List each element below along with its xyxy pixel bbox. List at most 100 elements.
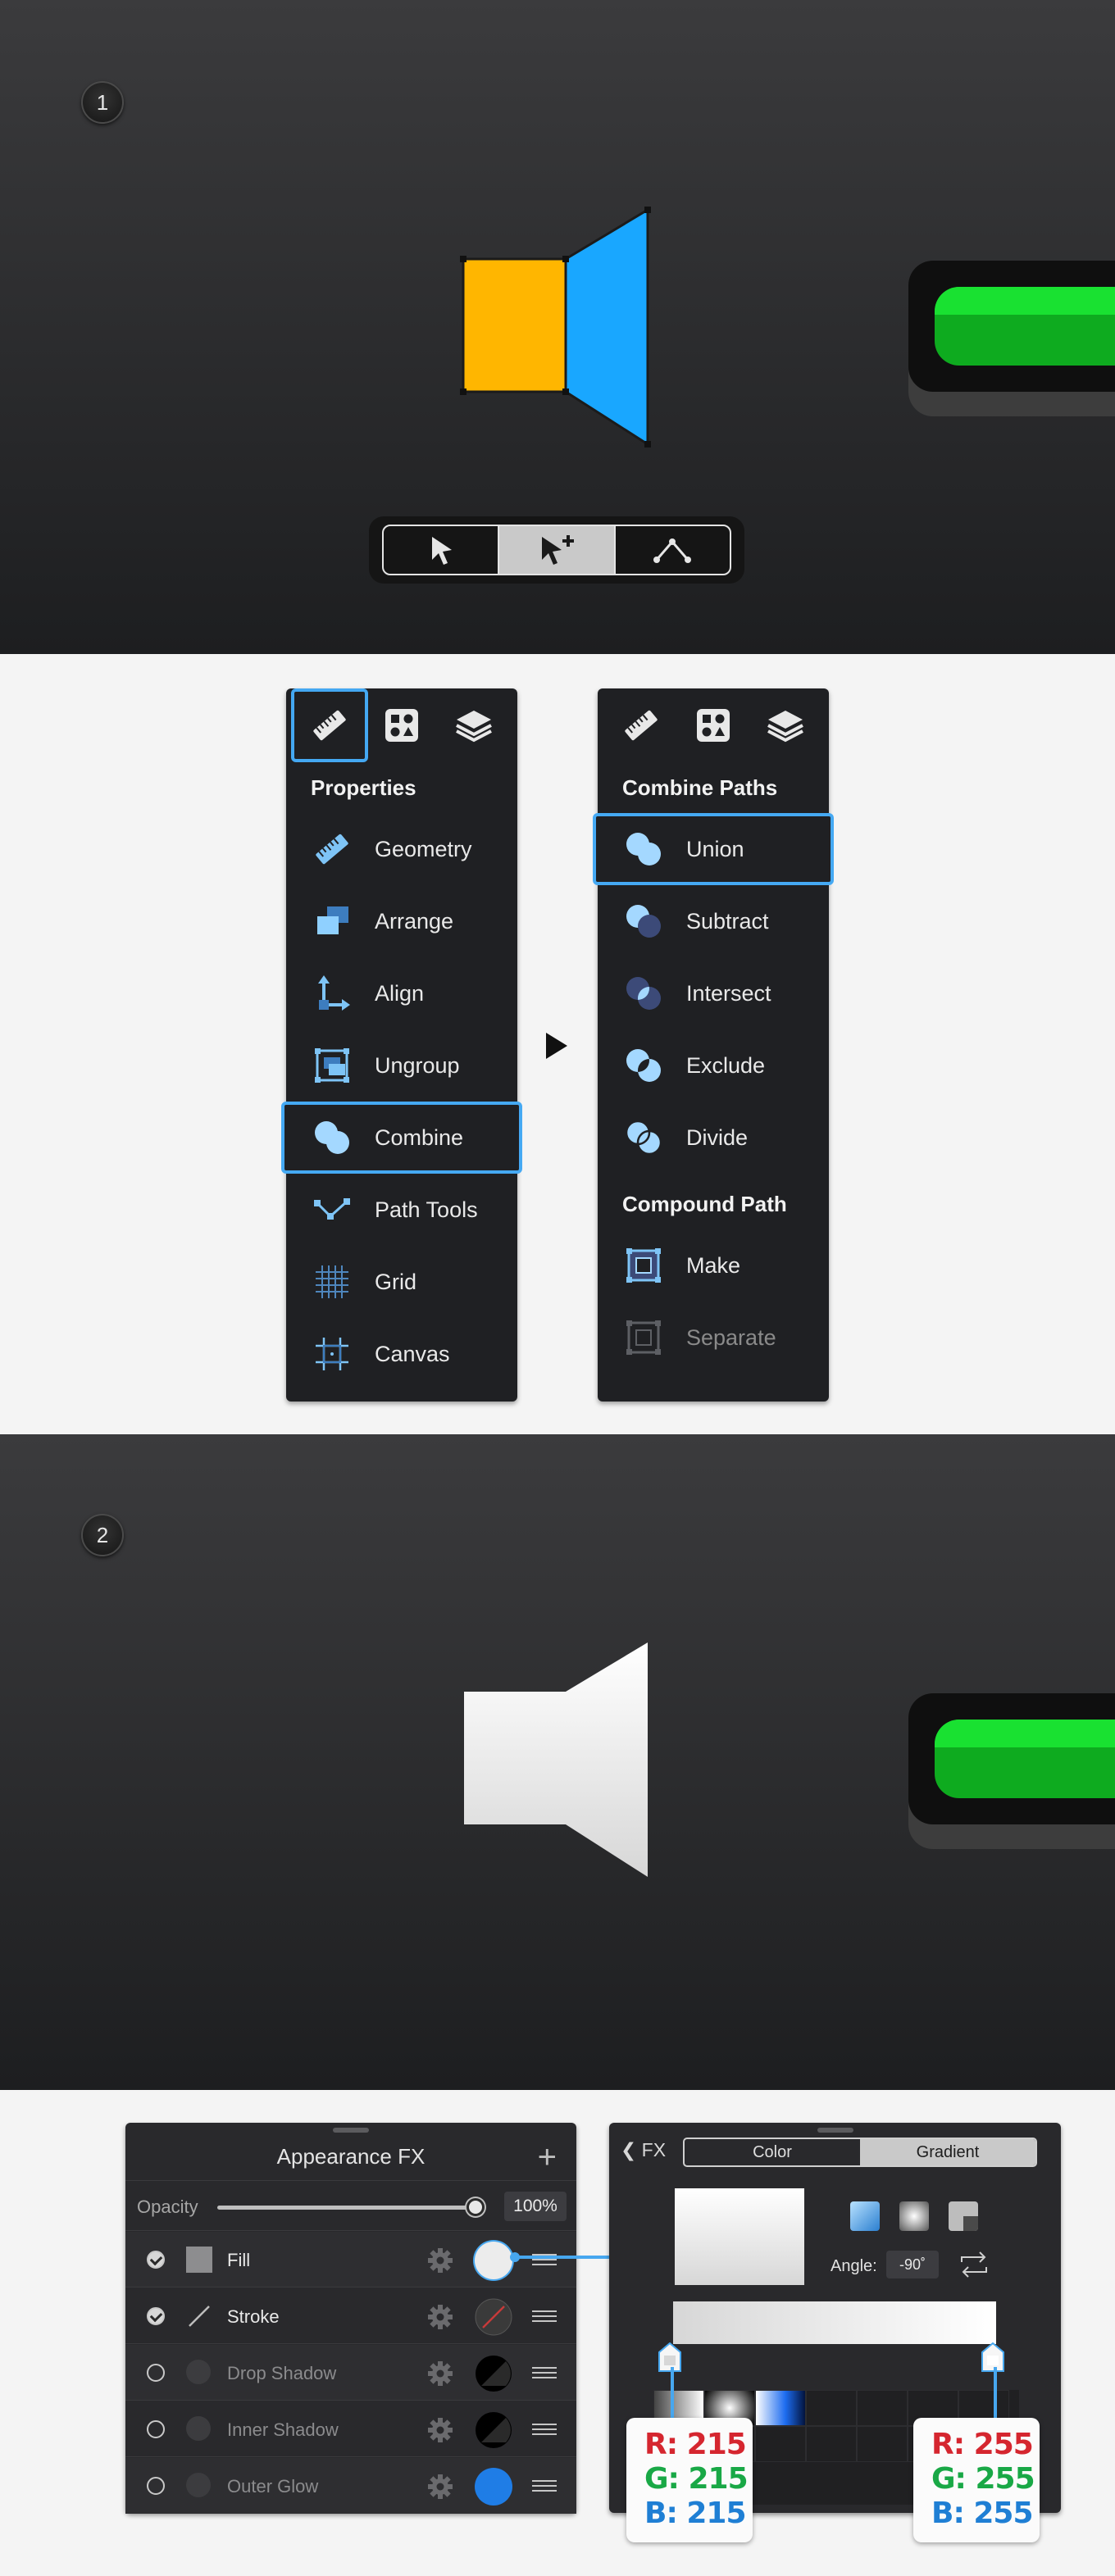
properties-title: Properties [311, 775, 416, 800]
opacity-label: Opacity [137, 2197, 198, 2217]
angle-input[interactable]: -90˚ [886, 2251, 939, 2278]
reorder-handle-icon[interactable] [532, 2367, 557, 2378]
inner-shadow-swatch[interactable] [475, 2411, 512, 2449]
ruler-icon [313, 710, 346, 741]
gear-icon[interactable] [427, 2417, 453, 2443]
menu-item-union[interactable]: Union [593, 813, 834, 885]
ruler-icon [316, 834, 348, 865]
tab-shapes[interactable] [363, 688, 440, 762]
inner-shadow-checkbox[interactable] [147, 2420, 165, 2438]
fx-row-stroke[interactable]: Stroke [125, 2288, 576, 2344]
menu-item-make[interactable]: Make [598, 1229, 829, 1302]
add-effect-button[interactable]: + [538, 2141, 557, 2174]
gradient-preset[interactable] [755, 2426, 806, 2462]
opacity-value-field[interactable]: 100% [504, 2192, 567, 2221]
select-add-tool-button[interactable] [498, 526, 614, 574]
fx-row-label: Stroke [227, 2306, 280, 2327]
reorder-handle-icon[interactable] [532, 2424, 557, 2435]
step-badge: 2 [81, 1514, 124, 1556]
next-arrow-icon [546, 1033, 567, 1059]
menu-item-intersect[interactable]: Intersect [598, 957, 829, 1029]
menu-item-label: Divide [686, 1124, 749, 1150]
gradient-preset[interactable] [806, 2390, 857, 2426]
fx-row-fill[interactable]: Fill [125, 2232, 576, 2288]
pin-line [671, 2367, 674, 2419]
menu-item-arrange[interactable]: Arrange [286, 885, 517, 957]
properties-panel: Properties Geometry Arrange Align Ungrou… [281, 688, 522, 1402]
fx-row-drop-shadow[interactable]: Drop Shadow [125, 2345, 576, 2401]
tab-layers[interactable] [747, 688, 824, 762]
fx-row-outer-glow[interactable]: Outer Glow [125, 2458, 576, 2514]
panel-grip[interactable] [817, 2128, 853, 2133]
menu-item-label: Ungroup [375, 1052, 460, 1078]
menu-item-subtract[interactable]: Subtract [598, 885, 829, 957]
menu-item-canvas[interactable]: Canvas [286, 1318, 517, 1390]
gear-icon[interactable] [427, 2474, 453, 2500]
reorder-handle-icon[interactable] [532, 2310, 557, 2322]
gradient-stop-start[interactable] [658, 2342, 681, 2372]
gear-icon[interactable] [427, 2247, 453, 2274]
outer-glow-swatch[interactable] [475, 2468, 512, 2506]
red-value: R: 215 [644, 2428, 747, 2461]
menu-item-exclude[interactable]: Exclude [598, 1029, 829, 1102]
fill-checkbox[interactable] [147, 2251, 165, 2269]
back-button[interactable]: ❮ FX [621, 2139, 666, 2161]
fx-row-label: Inner Shadow [227, 2419, 339, 2440]
node-tool-button[interactable] [613, 526, 730, 574]
ruler-icon [625, 710, 658, 741]
node-path-icon [653, 538, 692, 563]
linear-gradient-type-button[interactable] [850, 2201, 880, 2231]
gradient-preset[interactable] [806, 2426, 857, 2462]
opacity-slider[interactable] [217, 2206, 476, 2210]
gear-icon[interactable] [427, 2360, 453, 2387]
menu-item-separate[interactable]: Separate [598, 1302, 829, 1374]
speaker-shape-combined[interactable] [459, 1641, 656, 1879]
gear-icon[interactable] [427, 2304, 453, 2330]
menu-item-grid[interactable]: Grid [286, 1246, 517, 1318]
tab-properties[interactable] [603, 688, 680, 762]
swap-arrows-icon[interactable] [957, 2251, 991, 2278]
panel-title: Appearance FX [276, 2144, 426, 2169]
gradient-preset[interactable] [755, 2390, 806, 2426]
menu-item-align[interactable]: Align [286, 957, 517, 1029]
tab-shapes[interactable] [675, 688, 752, 762]
gradient-preset[interactable] [857, 2390, 908, 2426]
blue-value: B: 215 [644, 2496, 747, 2530]
radial-gradient-type-button[interactable] [899, 2201, 929, 2231]
gradient-bar[interactable] [673, 2301, 996, 2344]
align-icon [318, 975, 350, 1011]
green-value: G: 255 [931, 2462, 1035, 2496]
menu-item-path-tools[interactable]: Path Tools [286, 1174, 517, 1246]
opacity-slider-knob[interactable] [466, 2198, 485, 2216]
tab-gradient[interactable]: Gradient [860, 2139, 1035, 2165]
gradient-stop-end[interactable] [981, 2342, 1004, 2372]
stroke-checkbox[interactable] [147, 2307, 165, 2325]
menu-item-divide[interactable]: Divide [598, 1102, 829, 1174]
drop-shadow-checkbox[interactable] [147, 2364, 165, 2382]
tab-properties[interactable] [291, 688, 368, 762]
shape-gradient-type-button[interactable] [949, 2201, 978, 2231]
outer-glow-checkbox[interactable] [147, 2477, 165, 2495]
grid-icon [316, 1265, 348, 1298]
gradient-preset[interactable] [857, 2426, 908, 2462]
panel-grip[interactable] [333, 2128, 369, 2133]
start-color-card: R: 215 G: 215 B: 215 [626, 2418, 753, 2542]
drop-shadow-swatch[interactable] [475, 2355, 512, 2392]
menu-item-label: Subtract [686, 908, 769, 934]
combine-paths-panel: Combine Paths Union Subtract Intersect E… [593, 688, 834, 1402]
menu-item-geometry[interactable]: Geometry [286, 813, 517, 885]
subtract-icon [626, 905, 661, 938]
tab-layers[interactable] [435, 688, 512, 762]
menu-item-ungroup[interactable]: Ungroup [286, 1029, 517, 1102]
speaker-shape-selected[interactable] [455, 205, 660, 451]
menu-item-combine[interactable]: Combine [281, 1102, 522, 1174]
stroke-color-swatch[interactable] [475, 2298, 512, 2336]
tab-color[interactable]: Color [685, 2139, 860, 2165]
combine-paths-title: Combine Paths [622, 775, 778, 800]
fill-color-swatch[interactable] [475, 2242, 512, 2279]
select-tool-button[interactable] [384, 526, 498, 574]
menu-item-label: Align [375, 980, 425, 1006]
union-icon [626, 833, 661, 865]
fx-row-inner-shadow[interactable]: Inner Shadow [125, 2401, 576, 2457]
reorder-handle-icon[interactable] [532, 2480, 557, 2492]
